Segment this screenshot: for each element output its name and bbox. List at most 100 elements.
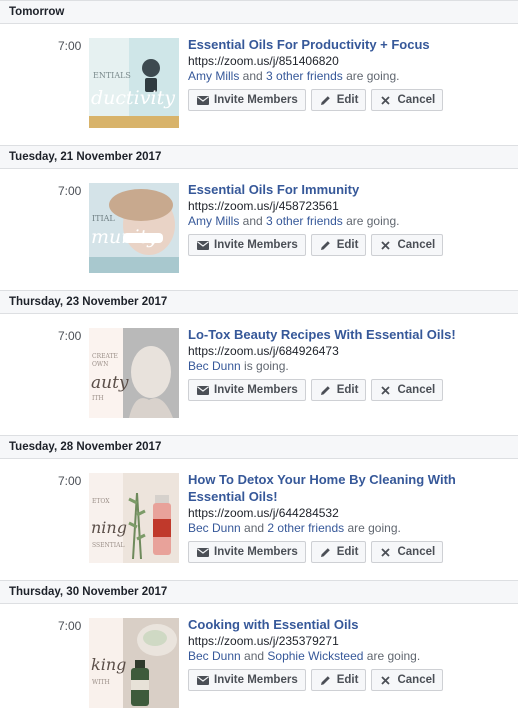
- host-link[interactable]: Amy Mills: [188, 214, 239, 228]
- event-thumbnail[interactable]: ENTIALS ductivity: [89, 38, 179, 128]
- cancel-button[interactable]: Cancel: [371, 669, 444, 691]
- svg-text:ITH: ITH: [92, 395, 104, 402]
- attendees-text: Bec Dunn is going.: [188, 359, 289, 373]
- event-link: https://zoom.us/j/235379271: [188, 634, 339, 648]
- event-info: Cooking with Essential Oils https://zoom…: [188, 616, 514, 691]
- svg-text:SSENTIAL: SSENTIAL: [92, 542, 124, 549]
- day-header: Thursday, 23 November 2017: [0, 290, 518, 314]
- svg-text:ETOX: ETOX: [92, 498, 110, 505]
- event-actions: Invite Members Edit Cancel: [188, 669, 514, 691]
- envelope-icon: [196, 384, 209, 397]
- invite-members-button[interactable]: Invite Members: [188, 234, 306, 256]
- cancel-button[interactable]: Cancel: [371, 89, 444, 111]
- envelope-icon: [196, 546, 209, 559]
- event-actions: Invite Members Edit Cancel: [188, 234, 514, 256]
- host-link[interactable]: Amy Mills: [188, 69, 239, 83]
- event-actions: Invite Members Edit Cancel: [188, 89, 514, 111]
- pencil-icon: [319, 384, 332, 397]
- cancel-button[interactable]: Cancel: [371, 379, 444, 401]
- envelope-icon: [196, 239, 209, 252]
- close-icon: [379, 384, 392, 397]
- envelope-icon: [196, 94, 209, 107]
- close-icon: [379, 674, 392, 687]
- event-time: 7:00: [58, 329, 82, 343]
- event-row: 7:00 ETOX ning SSENTIAL How To Detox You…: [0, 459, 518, 579]
- pencil-icon: [319, 546, 332, 559]
- event-row: 7:00 CREATE OWN auty ITH Lo-Tox Beauty R…: [0, 314, 518, 434]
- event-row: 7:00 ENTIALS ductivity Essential Oils Fo…: [0, 24, 518, 144]
- event-section: Thursday, 23 November 2017 7:00 CREATE O…: [0, 290, 518, 434]
- svg-text:ENTIALS: ENTIALS: [93, 71, 131, 80]
- event-link: https://zoom.us/j/458723561: [188, 199, 339, 213]
- event-actions: Invite Members Edit Cancel: [188, 379, 514, 401]
- pencil-icon: [319, 94, 332, 107]
- host-link[interactable]: Bec Dunn: [188, 521, 241, 535]
- edit-button[interactable]: Edit: [310, 379, 367, 401]
- event-section: Tuesday, 21 November 2017 7:00 ITIAL mun…: [0, 145, 518, 289]
- invite-members-button[interactable]: Invite Members: [188, 89, 306, 111]
- others-link[interactable]: 3 other friends: [266, 214, 343, 228]
- cancel-button[interactable]: Cancel: [371, 541, 444, 563]
- others-link[interactable]: Sophie Wicksteed: [267, 649, 363, 663]
- svg-text:WITH: WITH: [92, 679, 110, 686]
- edit-button[interactable]: Edit: [310, 541, 367, 563]
- host-link[interactable]: Bec Dunn: [188, 649, 241, 663]
- event-thumbnail[interactable]: ETOX ning SSENTIAL: [89, 473, 179, 563]
- pencil-icon: [319, 239, 332, 252]
- day-header: Tuesday, 21 November 2017: [0, 145, 518, 169]
- attendees-text: Amy Mills and 3 other friends are going.: [188, 214, 400, 228]
- event-title[interactable]: Cooking with Essential Oils: [188, 616, 514, 633]
- event-info: Essential Oils For Productivity + Focus …: [188, 36, 514, 111]
- attendees-text: Amy Mills and 3 other friends are going.: [188, 69, 400, 83]
- svg-text:king: king: [91, 655, 126, 674]
- close-icon: [379, 94, 392, 107]
- invite-members-button[interactable]: Invite Members: [188, 541, 306, 563]
- edit-button[interactable]: Edit: [310, 669, 367, 691]
- svg-text:auty: auty: [91, 373, 129, 393]
- invite-members-button[interactable]: Invite Members: [188, 669, 306, 691]
- svg-text:ductivity: ductivity: [91, 87, 175, 109]
- event-info: Lo-Tox Beauty Recipes With Essential Oil…: [188, 326, 514, 401]
- cancel-button[interactable]: Cancel: [371, 234, 444, 256]
- pencil-icon: [319, 674, 332, 687]
- event-time: 7:00: [58, 474, 82, 488]
- event-section: Tuesday, 28 November 2017 7:00 ETOX ning…: [0, 435, 518, 579]
- others-link[interactable]: 3 other friends: [266, 69, 343, 83]
- day-header: Tomorrow: [0, 0, 518, 24]
- svg-text:ITIAL: ITIAL: [92, 214, 115, 223]
- event-title[interactable]: Essential Oils For Productivity + Focus: [188, 36, 514, 53]
- event-thumbnail[interactable]: CREATE OWN auty ITH: [89, 328, 179, 418]
- close-icon: [379, 239, 392, 252]
- others-link[interactable]: 2 other friends: [267, 521, 344, 535]
- envelope-icon: [196, 674, 209, 687]
- svg-text:OWN: OWN: [92, 361, 108, 368]
- edit-button[interactable]: Edit: [310, 89, 367, 111]
- event-time: 7:00: [58, 619, 82, 633]
- event-link: https://zoom.us/j/644284532: [188, 506, 339, 520]
- day-header: Thursday, 30 November 2017: [0, 580, 518, 604]
- invite-members-button[interactable]: Invite Members: [188, 379, 306, 401]
- svg-text:munity: munity: [91, 226, 158, 248]
- event-thumbnail[interactable]: ITIAL munity: [89, 183, 179, 273]
- event-info: How To Detox Your Home By Cleaning With …: [188, 471, 514, 563]
- event-time: 7:00: [58, 184, 82, 198]
- event-section: Thursday, 30 November 2017 7:00 king WIT…: [0, 580, 518, 720]
- event-section: Tomorrow 7:00 ENTIALS ductivity Essentia…: [0, 0, 518, 144]
- event-title[interactable]: How To Detox Your Home By Cleaning With …: [188, 471, 514, 505]
- host-link[interactable]: Bec Dunn: [188, 359, 241, 373]
- edit-button[interactable]: Edit: [310, 234, 367, 256]
- event-link: https://zoom.us/j/851406820: [188, 54, 339, 68]
- event-title[interactable]: Lo-Tox Beauty Recipes With Essential Oil…: [188, 326, 514, 343]
- svg-text:ning: ning: [91, 518, 127, 537]
- event-time: 7:00: [58, 39, 82, 53]
- event-row: 7:00 ITIAL munity Essential Oils For Imm…: [0, 169, 518, 289]
- events-list: Tomorrow 7:00 ENTIALS ductivity Essentia…: [0, 0, 518, 720]
- svg-text:CREATE: CREATE: [92, 353, 118, 360]
- attendees-text: Bec Dunn and 2 other friends are going.: [188, 521, 401, 535]
- event-title[interactable]: Essential Oils For Immunity: [188, 181, 514, 198]
- day-header: Tuesday, 28 November 2017: [0, 435, 518, 459]
- event-actions: Invite Members Edit Cancel: [188, 541, 514, 563]
- event-thumbnail[interactable]: king WITH: [89, 618, 179, 708]
- close-icon: [379, 546, 392, 559]
- event-info: Essential Oils For Immunity https://zoom…: [188, 181, 514, 256]
